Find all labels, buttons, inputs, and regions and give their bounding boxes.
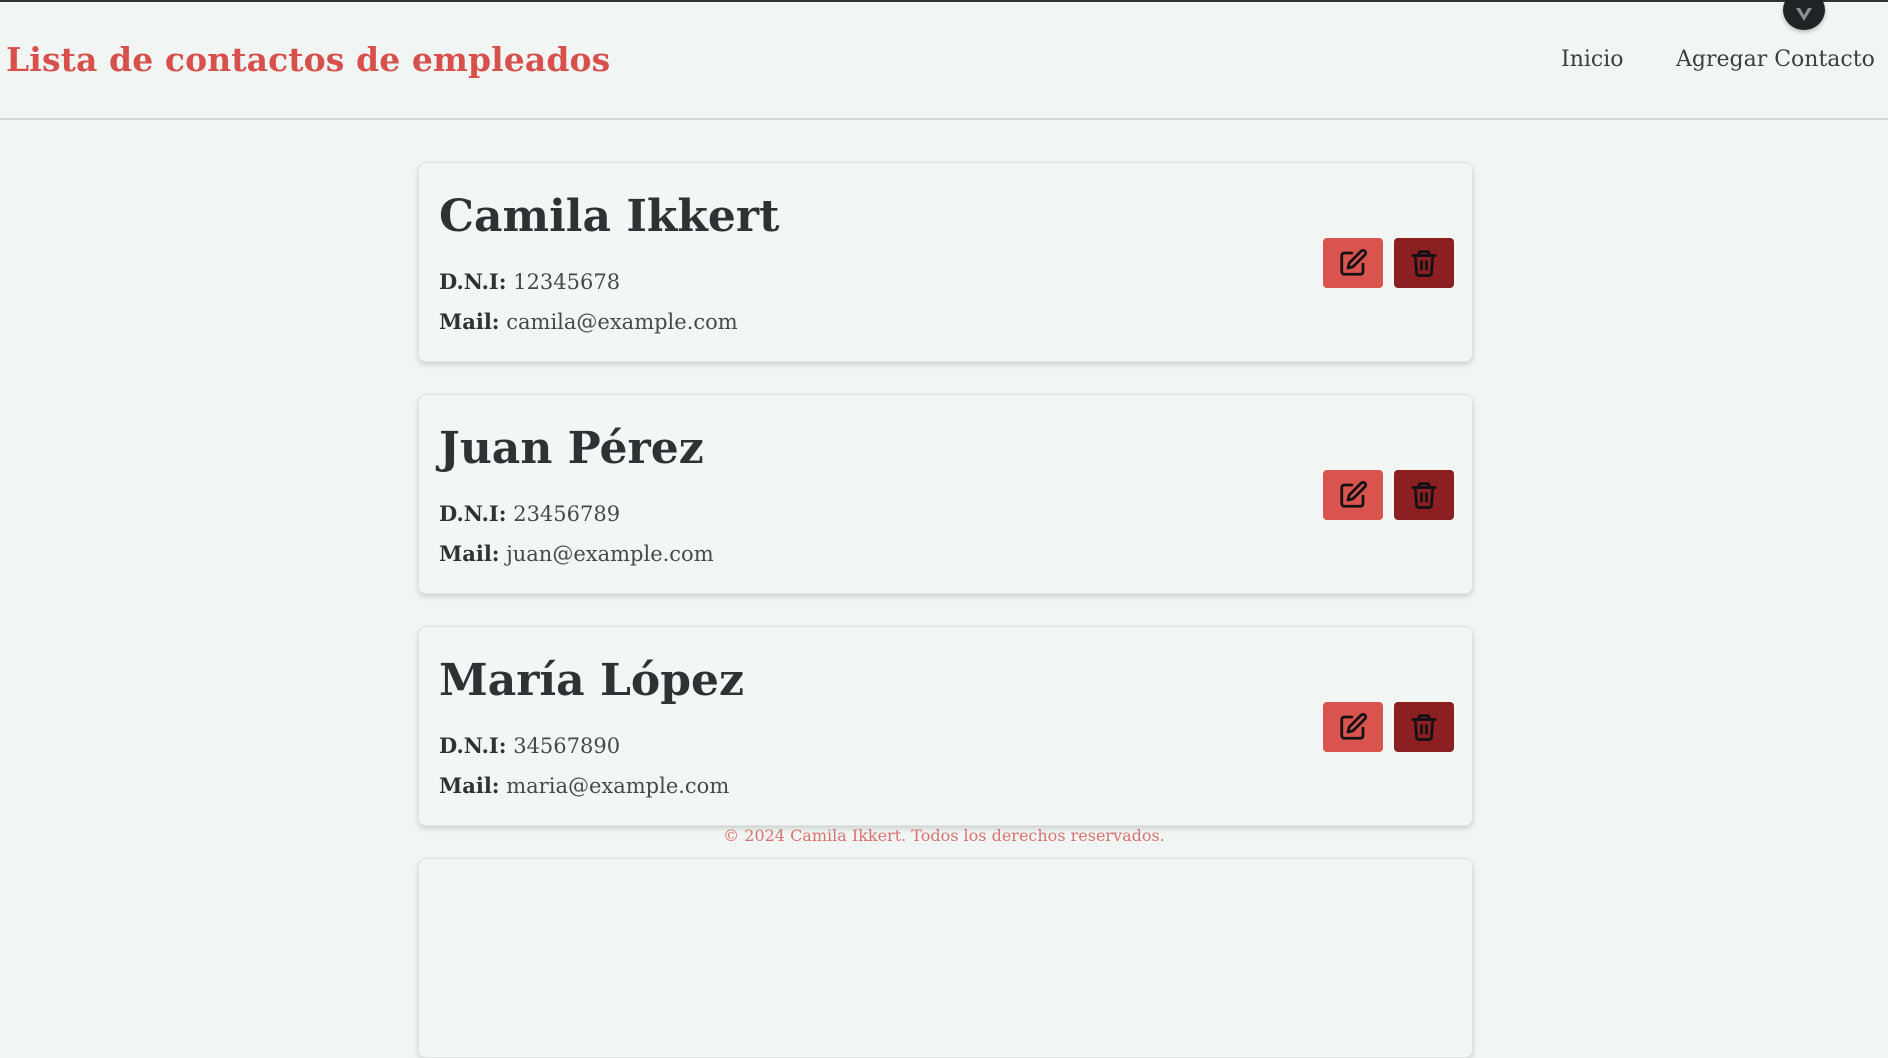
edit-icon (1340, 480, 1368, 508)
edit-contact-button[interactable] (1323, 470, 1383, 520)
contact-card: Juan Pérez D.N.I: 23456789 Mail: juan@ex… (418, 394, 1473, 594)
mail-label: Mail: (439, 541, 500, 566)
mail-label: Mail: (439, 309, 500, 334)
contact-name: María López (439, 655, 744, 706)
contact-mail: Mail: maria@example.com (439, 773, 729, 798)
trash-icon (1411, 250, 1437, 277)
dni-label: D.N.I: (439, 733, 507, 758)
delete-contact-button[interactable] (1394, 470, 1454, 520)
vue-logo-icon (1796, 8, 1812, 21)
delete-contact-button[interactable] (1394, 238, 1454, 288)
nav-link-agregar-contacto[interactable]: Agregar Contacto (1676, 47, 1875, 72)
mail-value: maria@example.com (506, 774, 730, 798)
contact-mail: Mail: camila@example.com (439, 309, 738, 334)
contact-card: Camila Ikkert D.N.I: 12345678 Mail: cami… (418, 162, 1473, 362)
edit-contact-button[interactable] (1323, 702, 1383, 752)
footer-copyright: © 2024 Camila Ikkert. Todos los derechos… (723, 826, 1165, 845)
edit-contact-button[interactable] (1323, 238, 1383, 288)
app-title[interactable]: Lista de contactos de empleados (6, 40, 610, 79)
contact-name: Juan Pérez (439, 423, 704, 474)
dni-label: D.N.I: (439, 269, 507, 294)
contact-name: Camila Ikkert (439, 191, 780, 242)
nav-link-inicio[interactable]: Inicio (1561, 47, 1624, 72)
contact-card: María López D.N.I: 34567890 Mail: maria@… (418, 626, 1473, 826)
contact-mail: Mail: juan@example.com (439, 541, 714, 566)
dni-value: 23456789 (513, 502, 621, 526)
edit-icon (1340, 712, 1368, 740)
contact-dni: D.N.I: 12345678 (439, 269, 620, 294)
edit-icon (1340, 248, 1368, 276)
top-navbar: Lista de contactos de empleados Inicio A… (0, 0, 1888, 120)
contact-dni: D.N.I: 23456789 (439, 501, 620, 526)
trash-icon (1411, 714, 1437, 741)
trash-icon (1411, 482, 1437, 509)
contact-dni: D.N.I: 34567890 (439, 733, 620, 758)
mail-label: Mail: (439, 773, 500, 798)
mail-value: juan@example.com (506, 542, 714, 566)
delete-contact-button[interactable] (1394, 702, 1454, 752)
dni-value: 34567890 (513, 734, 621, 758)
contact-card (418, 858, 1473, 1058)
dni-value: 12345678 (513, 270, 621, 294)
mail-value: camila@example.com (506, 310, 738, 334)
dni-label: D.N.I: (439, 501, 507, 526)
